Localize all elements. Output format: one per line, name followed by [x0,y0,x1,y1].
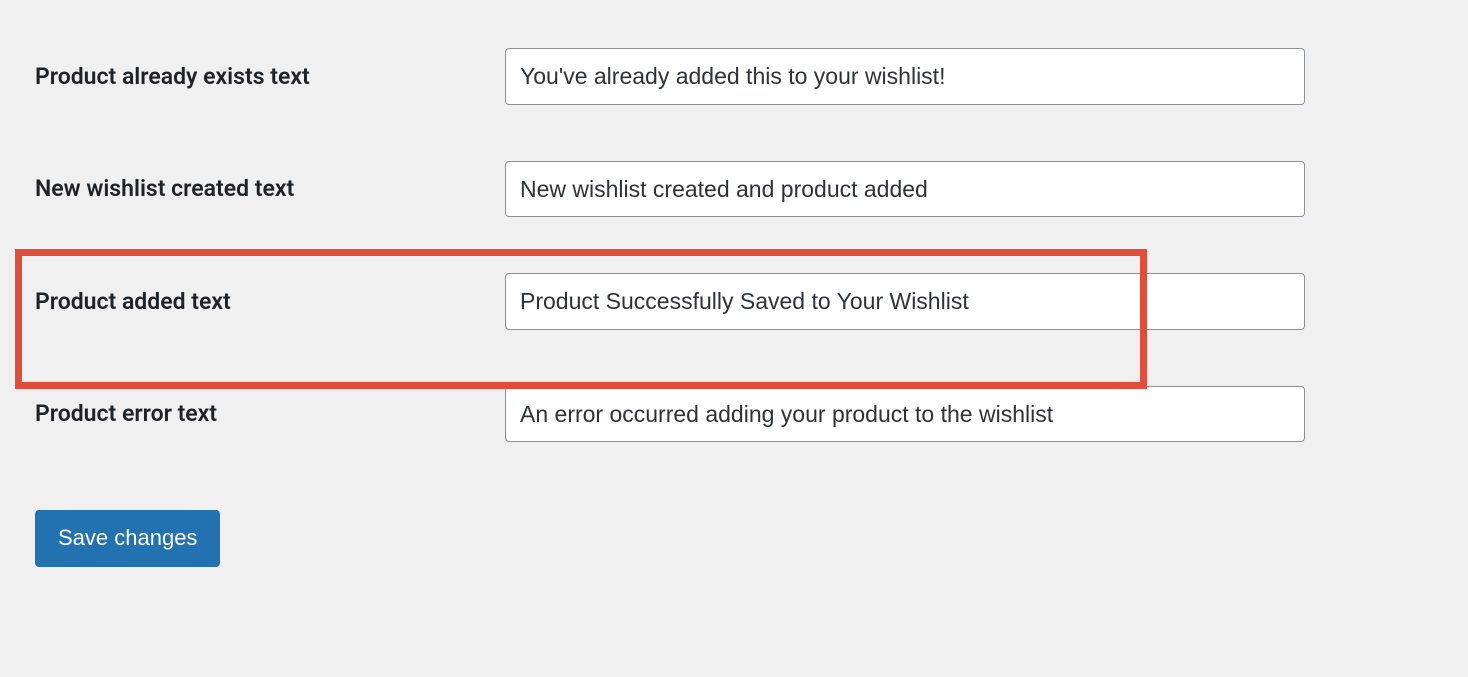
field-row-new-wishlist-created: New wishlist created text [35,133,1433,246]
input-wrapper [505,48,1305,105]
settings-form: Product already exists text New wishlist… [35,20,1433,567]
save-button[interactable]: Save changes [35,510,220,567]
input-wrapper [505,386,1305,443]
label-product-already-exists: Product already exists text [35,63,505,90]
submit-row: Save changes [35,470,1433,567]
input-new-wishlist-created[interactable] [505,161,1305,218]
field-row-product-added: Product added text [35,245,1433,358]
label-new-wishlist-created: New wishlist created text [35,175,505,202]
field-row-product-error: Product error text [35,358,1433,471]
input-product-error[interactable] [505,386,1305,443]
label-product-added: Product added text [35,288,505,315]
field-row-product-already-exists: Product already exists text [35,20,1433,133]
input-wrapper [505,161,1305,218]
input-wrapper [505,273,1305,330]
label-product-error: Product error text [35,400,505,427]
input-product-added[interactable] [505,273,1305,330]
input-product-already-exists[interactable] [505,48,1305,105]
